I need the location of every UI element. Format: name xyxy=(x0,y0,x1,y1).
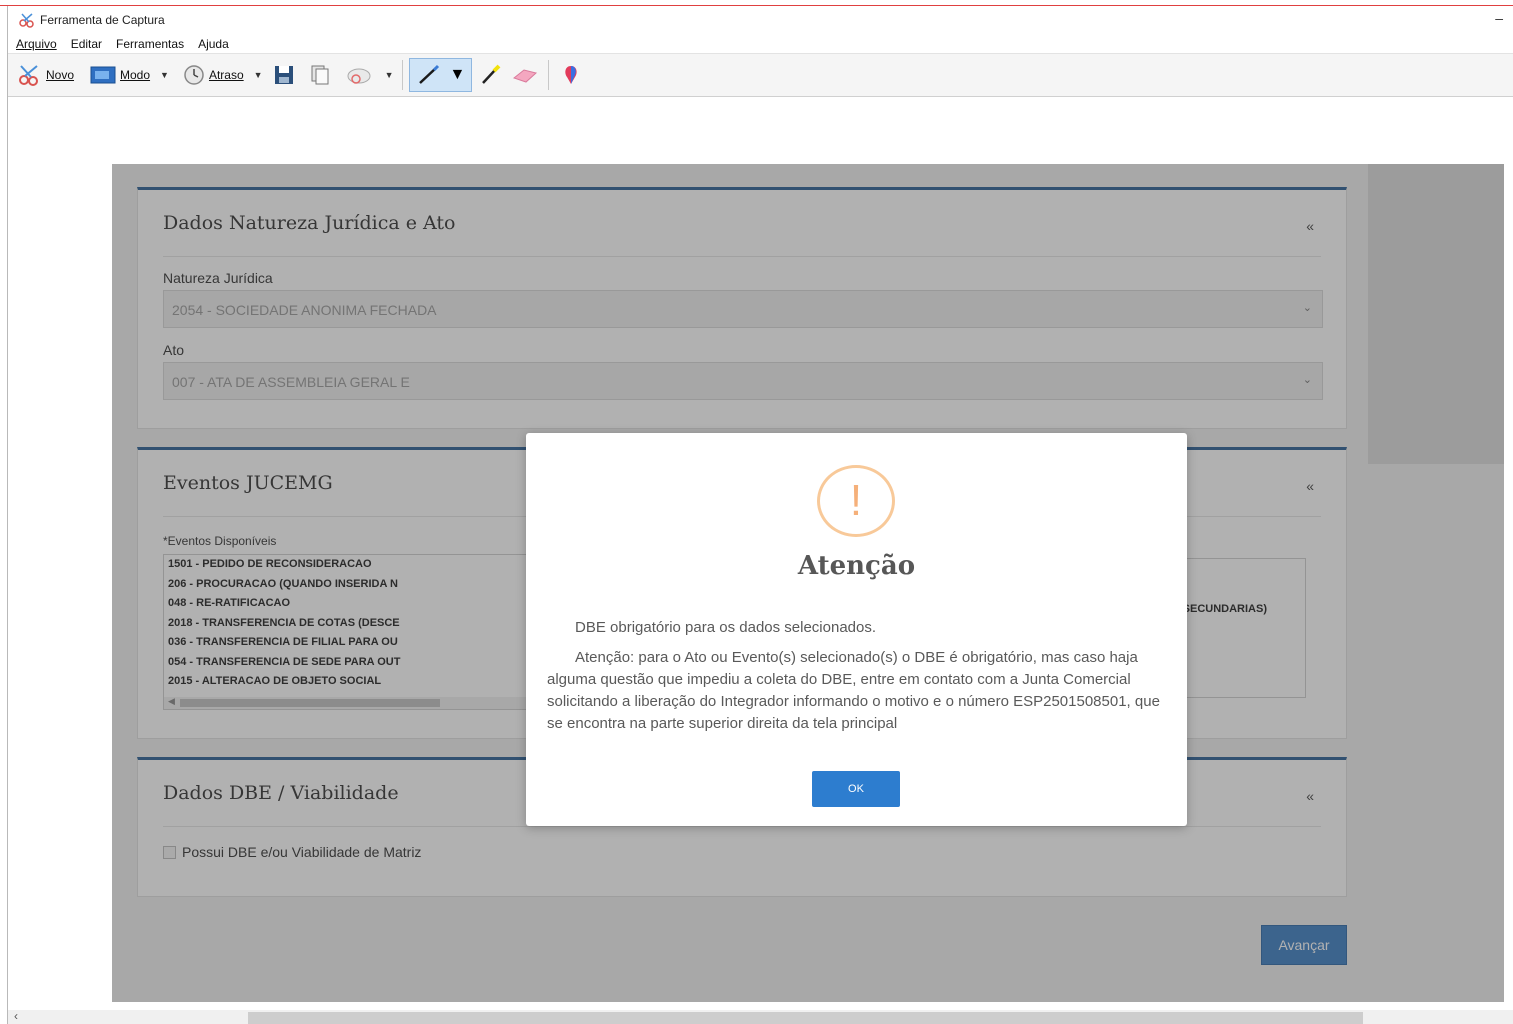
clock-icon xyxy=(184,65,204,85)
menu-editar[interactable]: Editar xyxy=(71,37,102,51)
menu-arquivo[interactable]: Arquivo xyxy=(16,37,57,51)
toolbar-separator xyxy=(401,60,403,90)
send-button[interactable]: ▼ xyxy=(345,60,394,90)
alert-dialog: ! Atenção DBE obrigatório para os dados … xyxy=(526,433,1187,826)
window-horizontal-scrollbar[interactable]: ‹ xyxy=(8,1009,1513,1024)
window-title: Ferramenta de Captura xyxy=(40,13,165,27)
mode-label: Modo xyxy=(120,68,151,82)
capture-area: Dados Natureza Jurídica e Ato « Natureza… xyxy=(8,98,1513,1010)
mode-button[interactable]: Modo ▼ xyxy=(90,60,169,90)
pen-icon xyxy=(418,64,439,84)
paint3d-icon xyxy=(565,66,577,84)
scissors-icon xyxy=(19,65,38,86)
toolbar-separator xyxy=(548,60,550,90)
copy-button[interactable] xyxy=(309,60,331,90)
pen-button[interactable]: ▼ xyxy=(408,58,473,92)
mode-dropdown-icon[interactable]: ▼ xyxy=(160,70,169,80)
title-bar: Ferramenta de Captura – xyxy=(8,8,1513,32)
scissors-icon xyxy=(19,13,34,28)
highlighter-button[interactable] xyxy=(478,60,504,90)
menu-ajuda[interactable]: Ajuda xyxy=(198,37,229,51)
scroll-left-icon[interactable]: ‹ xyxy=(14,1009,18,1023)
dialog-title: Atenção xyxy=(797,551,916,581)
new-label: Novo xyxy=(46,68,75,82)
eraser-button[interactable] xyxy=(510,60,540,90)
save-icon xyxy=(274,66,293,84)
menu-ferramentas[interactable]: Ferramentas xyxy=(116,37,184,51)
delay-label: Atraso xyxy=(208,68,244,82)
save-button[interactable] xyxy=(273,60,295,90)
delay-button[interactable]: Atraso ▼ xyxy=(183,60,263,90)
minimize-button[interactable]: – xyxy=(1495,10,1503,26)
warning-glyph: ! xyxy=(849,476,863,525)
toolbar: Novo Modo ▼ Atraso ▼ ▼ ▼ xyxy=(8,53,1513,97)
window-top-border xyxy=(0,0,1513,6)
dialog-line-2: Atenção: para o Ato ou Evento(s) selecio… xyxy=(547,649,1160,732)
menu-bar: Arquivo Editar Ferramentas Ajuda xyxy=(8,34,235,54)
send-icon xyxy=(347,68,371,84)
highlighter-icon xyxy=(482,64,501,84)
new-button[interactable]: Novo xyxy=(16,60,74,90)
send-dropdown-icon[interactable]: ▼ xyxy=(385,70,394,80)
dialog-line-1: DBE obrigatório para os dados selecionad… xyxy=(575,619,877,636)
pen-dropdown-icon[interactable]: ▼ xyxy=(450,66,466,84)
copy-icon xyxy=(311,65,329,85)
web-page: Dados Natureza Jurídica e Ato « Natureza… xyxy=(112,164,1504,1002)
warning-icon: ! xyxy=(817,465,895,537)
paint3d-button[interactable] xyxy=(561,60,581,90)
eraser-icon xyxy=(513,69,538,83)
mode-icon xyxy=(90,66,116,84)
delay-dropdown-icon[interactable]: ▼ xyxy=(254,70,263,80)
dialog-message: DBE obrigatório para os dados selecionad… xyxy=(547,617,1167,743)
ok-button[interactable]: OK xyxy=(812,771,900,807)
scrollbar-thumb[interactable] xyxy=(248,1012,1363,1024)
